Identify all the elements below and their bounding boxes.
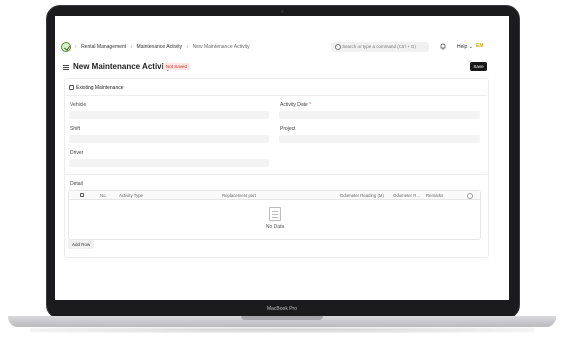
column-remarks: Remarks xyxy=(426,192,444,198)
existing-maintenance-checkbox[interactable] xyxy=(69,85,74,90)
hamburger-menu-icon[interactable] xyxy=(63,65,69,70)
required-marker: * xyxy=(309,102,312,108)
page-title: New Maintenance Activity xyxy=(73,62,171,71)
device-model-label: MacBook Pro xyxy=(266,306,297,312)
column-no: No. xyxy=(100,192,107,198)
laptop-notch xyxy=(241,316,323,320)
driver-label: Driver xyxy=(70,150,84,156)
save-button[interactable]: Save xyxy=(470,62,487,71)
section-divider xyxy=(64,174,487,175)
shift-field[interactable] xyxy=(69,135,269,143)
project-label: Project xyxy=(280,126,296,132)
section-divider xyxy=(64,95,487,96)
driver-field[interactable] xyxy=(69,159,269,167)
activity-date-label: Activity Date * xyxy=(280,102,311,108)
project-field[interactable] xyxy=(279,135,480,143)
vehicle-label: Vehicle xyxy=(70,102,87,108)
column-replacement-part: Replacement part xyxy=(222,192,256,198)
existing-maintenance-label: Existing Maintenance xyxy=(76,85,124,91)
gear-icon[interactable] xyxy=(467,193,473,199)
column-activity-type: Activity Type xyxy=(119,192,144,198)
column-odometer-reading: Odometer Reading (M) xyxy=(340,192,384,198)
laptop-shadow xyxy=(30,327,534,333)
shift-label: Shift xyxy=(70,126,81,132)
select-all-checkbox[interactable] xyxy=(80,192,84,197)
empty-state-text: No Data xyxy=(265,224,285,230)
browser-screen: › Rental Management › Maintenance Activi… xyxy=(55,16,509,300)
camera-dot xyxy=(281,10,284,13)
activity-date-field[interactable] xyxy=(279,111,480,119)
page-body: New Maintenance Activity Not Saved Save … xyxy=(55,16,509,300)
add-row-button[interactable]: Add Row xyxy=(68,240,95,249)
detail-table: No. Activity Type Replacement part Odome… xyxy=(68,190,481,240)
vehicle-field[interactable] xyxy=(69,111,269,119)
activity-date-label-text: Activity Date xyxy=(280,102,308,108)
detail-label: Detail xyxy=(70,181,83,187)
column-odometer-r: Odometer R... xyxy=(393,192,420,198)
empty-document-icon xyxy=(269,207,281,221)
status-badge: Not Saved xyxy=(163,63,191,70)
detail-table-header: No. Activity Type Replacement part Odome… xyxy=(69,191,480,200)
